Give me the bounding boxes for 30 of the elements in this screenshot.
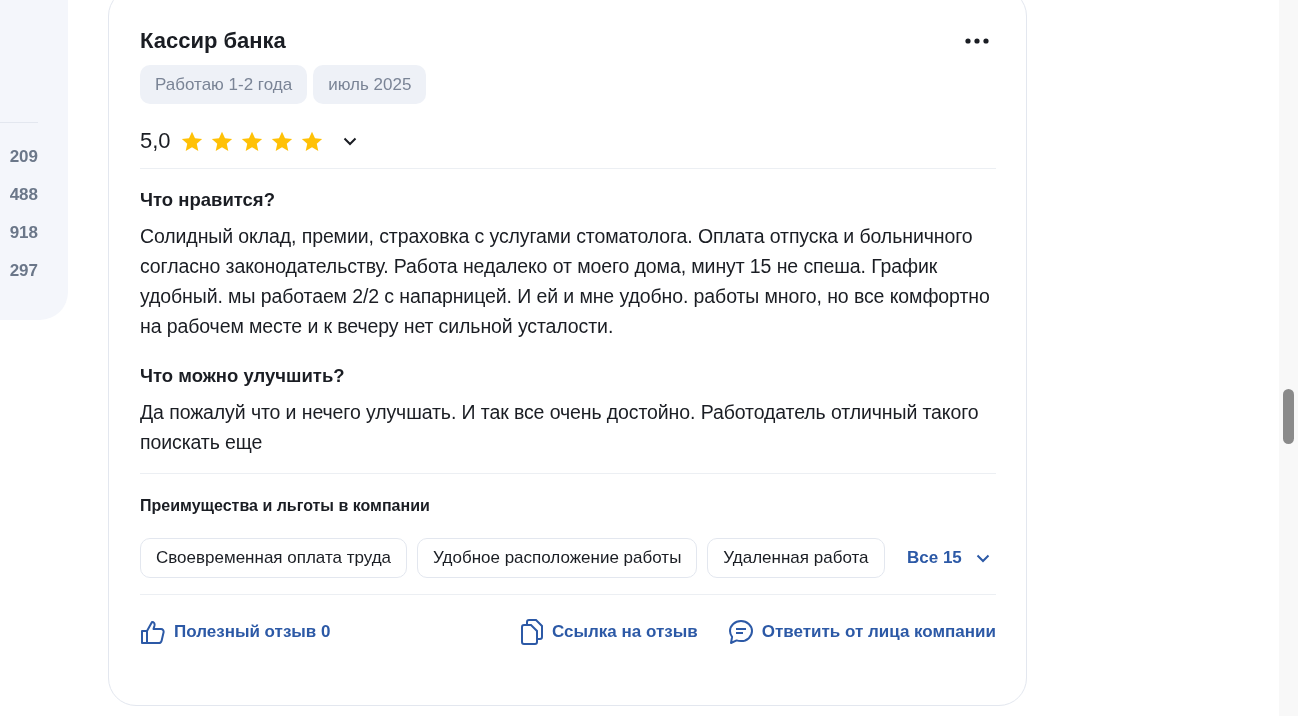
chat-bubble-icon[interactable] xyxy=(727,619,754,645)
star-icon xyxy=(180,130,203,152)
scrollbar-thumb[interactable] xyxy=(1283,389,1294,444)
count-text: 209 xyxy=(9,147,38,167)
count-text: 488 xyxy=(9,185,38,205)
star-icon xyxy=(210,130,233,152)
count-text: 297 xyxy=(9,261,38,281)
tag: Работаю 1-2 года xyxy=(140,65,308,104)
review-title: Кассир банка xyxy=(140,27,286,55)
section-heading: Что нравится? xyxy=(140,188,276,212)
benefit-chip: Своевременная оплата труда xyxy=(140,538,408,578)
review-text: Солидный оклад, премии, страховка с услугами стоматолога. Оплата отпуска и больничного согласно законодательству. Работа недалеко от моего дома, минут 15 не спеша. График удобный. мы работаем 2/2 с напарницей. И ей и мне удобно. работы много, но все комфортно на рабочем месте и к вечеру нет сильной усталости. xyxy=(140,224,991,339)
show-all-button[interactable]: Все 15 xyxy=(907,548,990,568)
thumbs-up-icon[interactable] xyxy=(140,619,166,645)
star-icon xyxy=(300,130,323,152)
tag: июль 2025 xyxy=(313,65,427,104)
copy-icon[interactable] xyxy=(520,619,545,645)
rating-value: 5,0 xyxy=(140,128,171,154)
star-icon xyxy=(270,130,293,152)
benefit-chip: Удаленная работа xyxy=(707,538,885,578)
chevron-down-icon[interactable] xyxy=(975,553,990,563)
star-icon xyxy=(240,130,263,152)
benefits-heading: Преимущества и льготы в компании xyxy=(140,496,431,516)
action-link[interactable]: Полезный отзыв 0 xyxy=(174,622,331,642)
section-heading: Что можно улучшить? xyxy=(140,364,346,388)
benefit-chip: Удобное расположение работы xyxy=(417,538,698,578)
count-text: 918 xyxy=(9,223,38,243)
action-link[interactable]: Ответить от лица компании xyxy=(761,622,996,642)
action-link[interactable]: Ссылка на отзыв xyxy=(552,622,698,642)
review-text: Да пожалуй что и нечего улучшать. И так все очень достойно. Работодатель отличный такого поискать еще xyxy=(140,400,980,455)
